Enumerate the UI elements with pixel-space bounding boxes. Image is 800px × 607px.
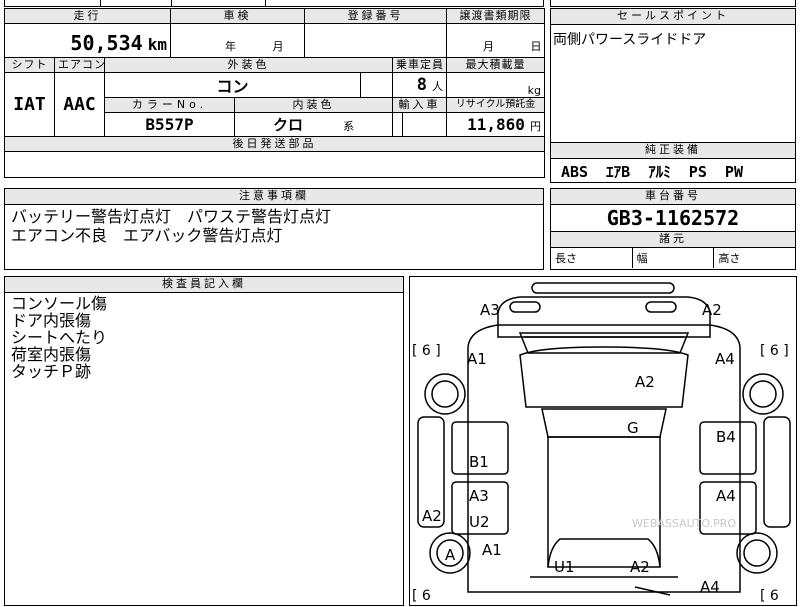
mark-a3-top: A3	[480, 301, 500, 319]
chassis-label: 車台番号	[551, 189, 795, 205]
shaken-label: 車検	[170, 8, 306, 24]
interior-suffix: 系	[343, 120, 355, 133]
recycle-value: 11,860	[467, 115, 525, 134]
car-diagram: [ 6 ] [ 6 ] [ 6 [ 6 A3 A2 A1 A4 A2 G B1 …	[412, 282, 791, 604]
sales-point-label: セールスポイント	[551, 9, 795, 25]
mark-u1: U1	[554, 558, 575, 576]
inspector-box: 検査員記入欄 コンソール傷 ドア内張傷 シートへたり 荷室内張傷 タッチＰ跡	[4, 276, 404, 606]
inspector-line-5: タッチＰ跡	[11, 362, 92, 381]
notes-line-1: バッテリー警告灯点灯 パワステ警告灯点灯	[11, 207, 332, 226]
max-load-label: 最大積載量	[446, 57, 546, 73]
notes-text: バッテリー警告灯点灯 パワステ警告灯点灯 エアコン不良 エアバック警告灯点灯	[5, 205, 543, 247]
chassis-number: GB3-1162572	[551, 205, 795, 232]
exterior-value: コン	[103, 72, 362, 98]
equipment-box: 純正装備 ABS ｴｱB ｱﾙﾐ PS PW	[550, 142, 796, 183]
transfer-deadline-label: 譲渡書類期限	[446, 8, 546, 24]
capacity-cell: 8 人	[392, 72, 448, 98]
mark-a2-roof: A2	[635, 373, 655, 391]
shaken-year: 年	[225, 40, 237, 53]
vehicle-info-table: 走行 車検 登録番号 譲渡書類期限 50,534 km 年 月 月 日 シフト …	[3, 8, 546, 178]
equipment-text: ABS ｴｱB ｱﾙﾐ PS PW	[561, 163, 743, 181]
height-label: 高さ	[718, 252, 741, 265]
mark-b4: B4	[716, 428, 736, 446]
inspector-line-1: コンソール傷	[11, 294, 108, 313]
transfer-day: 日	[530, 40, 542, 53]
color-no-value: B557P	[103, 112, 236, 137]
transfer-cell: 月 日	[446, 23, 546, 58]
recycle-label: リサイクル預託金	[446, 97, 546, 113]
recycle-cell: 11,860 円	[446, 112, 546, 137]
shift-value: IAT	[4, 72, 55, 137]
top-strip	[4, 0, 544, 7]
chassis-box: 車台番号 GB3-1162572 諸元 長さ 幅 高さ	[550, 188, 796, 270]
inspector-label: 検査員記入欄	[5, 277, 403, 293]
top-strip-right	[550, 0, 796, 7]
sales-point-box: セールスポイント 両側パワースライドドア	[550, 8, 796, 143]
transfer-month: 月	[483, 40, 495, 53]
notes-label: 注意事項欄	[5, 189, 543, 205]
width-label: 幅	[633, 248, 715, 268]
tire-right-top: [ 6 ]	[760, 343, 789, 359]
inspector-line-2: ドア内張傷	[11, 311, 92, 330]
dimensions-label: 諸元	[551, 232, 795, 248]
dimensions-row: 長さ 幅 高さ	[551, 248, 795, 268]
mileage-value: 50,534	[70, 31, 143, 55]
inspector-line-4: 荷室内張傷	[11, 345, 92, 364]
inspector-notes: コンソール傷 ドア内張傷 シートへたり 荷室内張傷 タッチＰ跡	[5, 293, 403, 382]
interior-label: 内装色	[234, 97, 394, 113]
length-label: 長さ	[551, 248, 633, 268]
inspector-line-3: シートへたり	[11, 328, 108, 347]
import-cell-a	[392, 112, 404, 137]
mark-a4-mid: A4	[716, 487, 736, 505]
sales-point-text: 両側パワースライドドア	[553, 32, 707, 48]
mark-a2-low: A2	[630, 558, 650, 576]
mark-a4-low: A4	[700, 578, 720, 596]
capacity-label: 乗車定員	[392, 57, 448, 73]
watermark: WEBASSAUTO.PRO	[632, 517, 736, 530]
mark-a3-mid: A3	[469, 487, 489, 505]
notes-box: 注意事項欄 バッテリー警告灯点灯 パワステ警告灯点灯 エアコン不良 エアバック警…	[4, 188, 544, 270]
tire-left-top: [ 6 ]	[412, 343, 441, 359]
ac-label: エアコン	[54, 57, 105, 73]
shift-label: シフト	[4, 57, 55, 73]
tire-left-bottom: [ 6	[412, 588, 431, 604]
damage-diagram-box: [ 6 ] [ 6 ] [ 6 [ 6 A3 A2 A1 A4 A2 G B1 …	[409, 276, 797, 606]
registration-value	[304, 23, 448, 58]
recycle-unit: 円	[530, 120, 542, 133]
interior-value: クロ	[273, 116, 304, 134]
later-parts-value	[3, 151, 546, 178]
capacity-value: 8	[416, 75, 427, 95]
mark-b1: B1	[469, 453, 489, 471]
mark-a1-left: A1	[467, 350, 487, 368]
notes-line-2: エアコン不良 エアバック警告灯点灯	[11, 226, 283, 245]
later-parts-label: 後日発送部品	[3, 136, 546, 152]
registration-label: 登録番号	[304, 8, 448, 24]
ac-value: AAC	[54, 72, 105, 137]
mark-a2-top: A2	[702, 301, 722, 319]
exterior-label: 外装色	[103, 57, 394, 73]
mileage-cell: 50,534 km	[3, 23, 172, 58]
import-cell-b	[402, 112, 448, 137]
mark-a1-low: A1	[482, 541, 502, 559]
mileage-unit: km	[147, 35, 168, 54]
tire-right-bottom: [ 6	[760, 588, 779, 604]
mark-g-glass: G	[627, 419, 639, 437]
shaken-cell: 年 月	[170, 23, 306, 58]
mark-a-wheel: A	[445, 546, 456, 564]
capacity-unit: 人	[432, 80, 444, 93]
shaken-month: 月	[272, 40, 284, 53]
mark-u2: U2	[469, 513, 490, 531]
color-no-label: カラーNo.	[103, 97, 236, 113]
mark-a2-left: A2	[422, 507, 442, 525]
mark-a4-right: A4	[715, 350, 735, 368]
interior-cell: クロ 系	[234, 112, 394, 137]
equipment-label: 純正装備	[551, 143, 795, 159]
import-label: 輸入車	[392, 97, 448, 113]
mileage-label: 走行	[3, 8, 172, 24]
max-load-unit: kg	[446, 72, 546, 98]
